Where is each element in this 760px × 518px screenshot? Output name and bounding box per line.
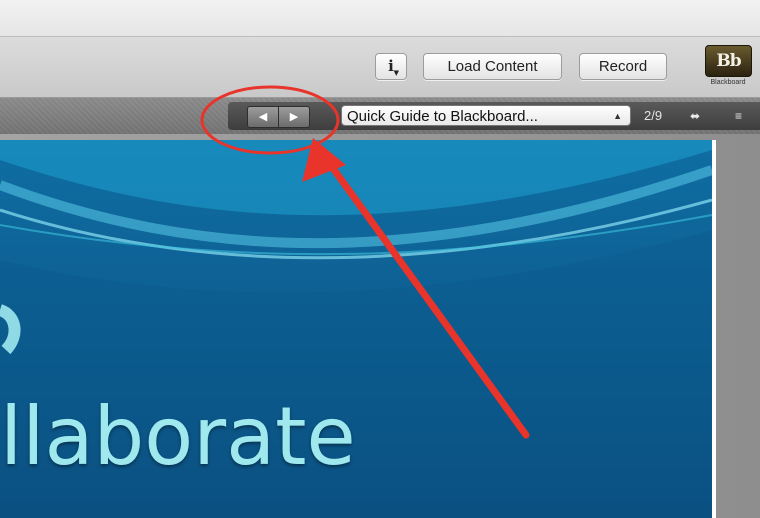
page-indicator: 2/9: [644, 108, 663, 123]
previous-page-button[interactable]: ◀: [247, 106, 279, 128]
slide-title-text: llaborate: [0, 390, 356, 483]
content-select[interactable]: Quick Guide to Blackboard... ▲: [341, 105, 631, 126]
next-page-button[interactable]: ▶: [278, 106, 310, 128]
info-button[interactable]: i ▼: [375, 53, 407, 80]
window-top-strip: [0, 0, 760, 37]
presentation-slide: llaborate: [0, 140, 716, 518]
logo-caption: Blackboard: [710, 79, 746, 86]
record-button[interactable]: Record: [579, 53, 667, 80]
selected-content-label: Quick Guide to Blackboard...: [347, 108, 538, 125]
load-content-button[interactable]: Load Content: [423, 53, 562, 80]
next-arrow-icon: ▶: [289, 111, 299, 123]
previous-arrow-icon: ◀: [258, 111, 268, 123]
blackboard-logo-icon[interactable]: Bb: [705, 45, 752, 77]
dropdown-caret-icon: ▼: [393, 68, 399, 77]
select-arrows-icon: ▲: [613, 111, 622, 121]
list-icon[interactable]: ≡: [735, 106, 742, 126]
swap-arrows-icon[interactable]: ⬌: [690, 106, 700, 126]
